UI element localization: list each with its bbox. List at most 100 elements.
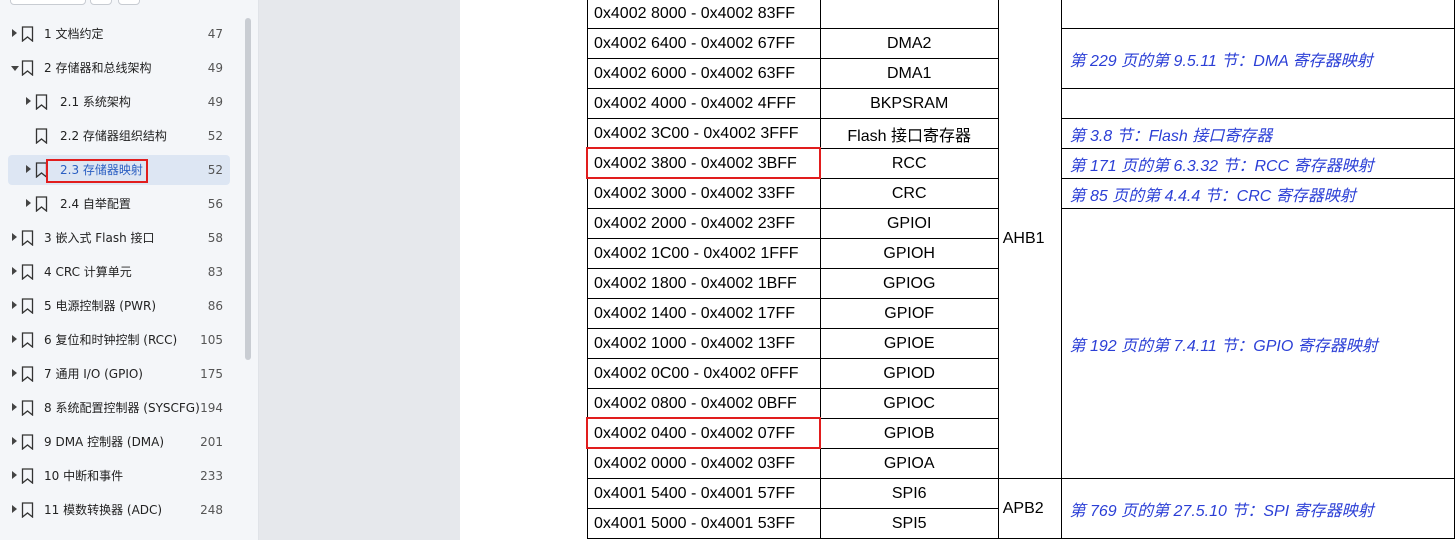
peripheral-cell: GPIOI: [819, 208, 999, 239]
bookmark-item[interactable]: 5 电源控制器 (PWR) 86: [8, 291, 230, 321]
bookmark-label: 3 嵌入式 Flash 接口: [44, 231, 155, 245]
expand-toggle-icon[interactable]: [12, 471, 17, 479]
register-map-link: [1060, 88, 1455, 119]
bus-cell: AHB1: [997, 0, 1062, 479]
expand-toggle-icon[interactable]: [12, 267, 17, 275]
address-range-cell: 0x4001 5000 - 0x4001 53FF: [587, 508, 821, 539]
expand-toggle-icon[interactable]: [12, 437, 17, 445]
address-range-cell: 0x4002 1000 - 0x4002 13FF: [587, 328, 821, 359]
register-map-link: [1060, 0, 1455, 29]
table-row: 0x4002 8000 - 0x4002 83FF AHB1: [587, 0, 1455, 479]
bookmark-icon: [21, 230, 34, 247]
peripheral-cell: GPIOC: [819, 388, 999, 419]
expand-toggle-icon[interactable]: [12, 301, 17, 309]
register-map-link[interactable]: 第 85 页的第 4.4.4 节：CRC 寄存器映射: [1060, 178, 1455, 209]
bookmark-page-number: 248: [200, 503, 223, 517]
bookmark-item[interactable]: 8 系统配置控制器 (SYSCFG) 194: [8, 393, 230, 423]
peripheral-cell: GPIOB: [819, 418, 999, 449]
bookmark-label: 4 CRC 计算单元: [44, 265, 132, 279]
bookmark-item[interactable]: 2.1 系统架构 49: [8, 87, 230, 117]
bookmark-icon: [21, 468, 34, 485]
address-range-cell: 0x4002 1800 - 0x4002 1BFF: [587, 268, 821, 299]
peripheral-cell: GPIOF: [819, 298, 999, 329]
bus-cell: APB2: [997, 478, 1062, 539]
bookmark-sidebar: 1 文档约定 47 2 存储器和总线架构 49 2.1 系统架构 49 2.2 存储器组织结…: [0, 0, 259, 540]
expand-toggle-icon[interactable]: [26, 165, 31, 173]
bookmark-icon: [35, 94, 48, 111]
bookmark-icon: [21, 434, 34, 451]
expand-toggle-icon[interactable]: [12, 335, 17, 343]
register-map-link[interactable]: 第 3.8 节：Flash 接口寄存器: [1060, 118, 1455, 149]
bookmark-page-number: 49: [207, 61, 223, 75]
bookmark-icon: [35, 196, 48, 213]
bookmark-label: 2.2 存储器组织结构: [60, 129, 167, 143]
toolbar-button-stub[interactable]: [118, 0, 140, 5]
viewer-background: [259, 0, 460, 540]
expand-toggle-icon[interactable]: [12, 403, 17, 411]
address-range-cell: 0x4002 1C00 - 0x4002 1FFF: [587, 238, 821, 269]
peripheral-cell: SPI5: [819, 508, 999, 539]
address-range-cell: 0x4002 3C00 - 0x4002 3FFF: [587, 118, 821, 149]
bookmark-page-number: 105: [200, 333, 223, 347]
address-range-cell: 0x4002 0C00 - 0x4002 0FFF: [587, 358, 821, 389]
bookmark-icon: [21, 502, 34, 519]
register-map-link[interactable]: 第 229 页的第 9.5.11 节：DMA 寄存器映射: [1060, 28, 1455, 89]
bookmark-item[interactable]: 10 中断和事件 233: [8, 461, 230, 491]
address-range-cell: 0x4002 6400 - 0x4002 67FF: [587, 28, 821, 59]
address-range-cell: 0x4002 3000 - 0x4002 33FF: [587, 178, 821, 209]
bookmark-label: 6 复位和时钟控制 (RCC): [44, 333, 178, 347]
peripheral-cell: GPIOG: [819, 268, 999, 299]
peripheral-cell: GPIOA: [819, 448, 999, 479]
bookmark-item[interactable]: 2.4 自举配置 56: [8, 189, 230, 219]
bookmark-item[interactable]: 7 通用 I/O (GPIO) 175: [8, 359, 230, 389]
expand-toggle-icon[interactable]: [12, 369, 17, 377]
bookmark-label: 2.4 自举配置: [60, 197, 131, 211]
bookmark-page-number: 52: [207, 163, 223, 177]
register-map-link[interactable]: 第 192 页的第 7.4.11 节：GPIO 寄存器映射: [1060, 208, 1455, 479]
bookmark-page-number: 47: [207, 27, 223, 41]
bookmark-page-number: 86: [207, 299, 223, 313]
bookmark-item[interactable]: 2.2 存储器组织结构 52: [8, 121, 230, 151]
peripheral-cell: GPIOD: [819, 358, 999, 389]
memory-map-table: 0x4002 8000 - 0x4002 83FF AHB1 0x4002 6400…: [587, 0, 1455, 539]
expand-toggle-icon[interactable]: [11, 66, 19, 71]
bookmark-item[interactable]: 3 嵌入式 Flash 接口 58: [8, 223, 230, 253]
bookmark-icon: [21, 60, 34, 77]
bookmark-page-number: 201: [200, 435, 223, 449]
bookmark-icon: [21, 264, 34, 281]
expand-toggle-icon[interactable]: [12, 29, 17, 37]
peripheral-cell: GPIOH: [819, 238, 999, 269]
peripheral-cell: CRC: [819, 178, 999, 209]
address-range-cell: 0x4002 6000 - 0x4002 63FF: [587, 58, 821, 89]
register-map-link[interactable]: 第 769 页的第 27.5.10 节：SPI 寄存器映射: [1060, 478, 1455, 539]
expand-toggle-icon[interactable]: [26, 199, 31, 207]
expand-toggle-icon[interactable]: [12, 505, 17, 513]
bookmark-item[interactable]: 9 DMA 控制器 (DMA) 201: [8, 427, 230, 457]
row-highlight-box: [586, 147, 821, 179]
bookmark-page-number: 49: [207, 95, 223, 109]
bookmark-label: 1 文档约定: [44, 27, 104, 41]
bookmark-item[interactable]: 11 模数转换器 (ADC) 248: [8, 495, 230, 525]
address-range-cell: 0x4002 0800 - 0x4002 0BFF: [587, 388, 821, 419]
bookmark-page-number: 58: [207, 231, 223, 245]
address-range-cell: 0x4002 1400 - 0x4002 17FF: [587, 298, 821, 329]
expand-toggle-icon[interactable]: [26, 97, 31, 105]
bookmark-label: 2 存储器和总线架构: [44, 61, 152, 75]
selection-highlight-box: [46, 159, 148, 183]
peripheral-cell: DMA1: [819, 58, 999, 89]
bookmark-icon: [35, 128, 48, 145]
toolbar-button-stub[interactable]: [10, 0, 86, 5]
bookmark-item[interactable]: 2 存储器和总线架构 49: [8, 53, 230, 83]
bookmark-item[interactable]: 4 CRC 计算单元 83: [8, 257, 230, 287]
bookmark-page-number: 233: [200, 469, 223, 483]
register-map-link[interactable]: 第 171 页的第 6.3.32 节：RCC 寄存器映射: [1060, 148, 1455, 179]
peripheral-cell: GPIOE: [819, 328, 999, 359]
bookmark-item[interactable]: 1 文档约定 47: [8, 19, 230, 49]
expand-toggle-icon[interactable]: [12, 233, 17, 241]
sidebar-scrollbar[interactable]: [245, 18, 251, 360]
address-range-cell: 0x4002 2000 - 0x4002 23FF: [587, 208, 821, 239]
bookmark-item[interactable]: 6 复位和时钟控制 (RCC) 105: [8, 325, 230, 355]
peripheral-cell: [819, 0, 999, 29]
bookmark-icon: [21, 332, 34, 349]
toolbar-button-stub[interactable]: [90, 0, 112, 5]
